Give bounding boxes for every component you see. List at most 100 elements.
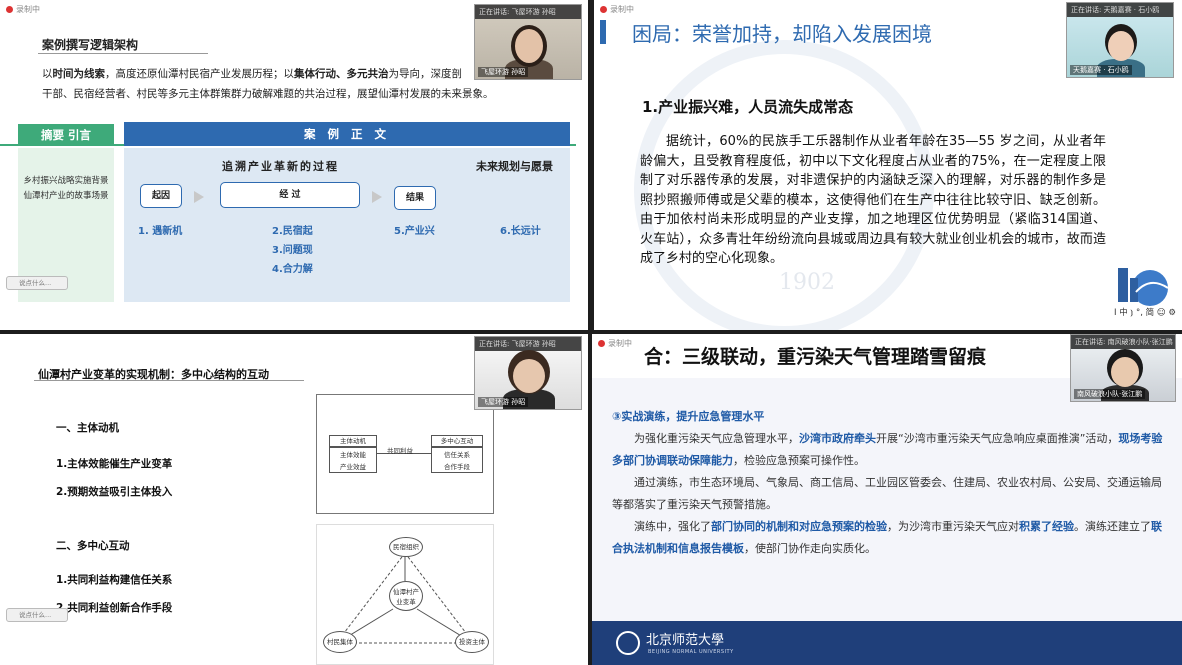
p3-g: ，使部门协作走向实质化。: [744, 542, 876, 555]
section-paragraph: 据统计，60%的民族手工乐器制作从业者年龄在35—55 岁之间，从业者年龄偏大，…: [640, 134, 1106, 266]
item-1: 1.主体效能催生产业变革: [56, 458, 173, 470]
diagram-polycentric: 民宿组织 仙潭村产业变革 村民集体 投资主体: [316, 524, 494, 665]
camera-thumbnail[interactable]: 正在讲话: 飞屋环游 孙昭 飞屋环游 孙昭: [474, 336, 582, 410]
box-origin: 起因: [140, 184, 182, 208]
intro-text: 以时间为线索，高度还原仙潭村民宿产业发展历程；以集体行动、多元共治为导向，深度剖: [42, 64, 472, 84]
item-4: 2.共同利益创新合作手段: [56, 602, 173, 614]
person-face: [513, 359, 545, 393]
intro-mid-1: ，高度还原仙潭村民宿产业发展历程；以: [105, 68, 294, 80]
node-interaction-items: 信任关系 合作手段: [431, 447, 483, 473]
step-5: 5.产业兴: [394, 226, 435, 237]
university-name-en: BEIJING NORMAL UNIVERSITY: [648, 649, 734, 655]
p3-d: 积累了经验: [1019, 520, 1074, 533]
participant-name: 南风破浪小队·张江鹏: [1074, 389, 1146, 399]
p1-c: 开展“沙湾市重污染天气应急响应桌面推演”活动，: [876, 432, 1119, 445]
p3-b: 部门协同的机制和对应急预案的检验: [711, 520, 887, 533]
p3-c: ，为沙湾市重污染天气应对: [887, 520, 1019, 533]
item-3: 1.共同利益构建信任关系: [56, 574, 173, 586]
node-interaction-a: 信任关系: [444, 451, 470, 459]
slide-title: 案例撰写逻辑架构: [42, 38, 139, 52]
video-tile-bottom-left[interactable]: 仙潭村产业变革的实现机制：多中心结构的互动 一、主体动机 1.主体效能催生产业变…: [0, 334, 588, 665]
node-interaction: 多中心互动: [431, 435, 483, 447]
recording-indicator: 录制中: [6, 4, 40, 15]
title-underline: [34, 380, 304, 381]
p1-b: 沙湾市政府牵头: [799, 432, 876, 445]
arrow-label: 共同利益: [387, 447, 413, 455]
slide-title: 合：三级联动，重污染天气管理踏雪留痕: [644, 346, 987, 368]
p1-a: 为强化重污染天气应急管理水平，: [634, 432, 799, 445]
camera-thumbnail[interactable]: 正在讲话: 南风破浪小队·张江鹏 南风破浪小队·张江鹏: [1070, 334, 1176, 402]
camera-thumbnail[interactable]: 正在讲话: 飞屋环游 孙昭 飞屋环游 孙昭: [474, 4, 582, 80]
participant-name: 天鹅嘉赛 · 石小鸥: [1070, 65, 1132, 75]
node-motivation-items: 主体效能 产业效益: [329, 447, 377, 473]
intro-mid-2: 为导向，深度剖: [388, 68, 463, 80]
building-logo-icon: [1118, 268, 1169, 306]
p3-e: 。演练还建立了: [1074, 520, 1151, 533]
person-face: [515, 29, 543, 63]
recording-label: 录制中: [608, 339, 632, 348]
participant-name: 飞屋环游 孙昭: [478, 67, 529, 77]
abstract-header: 摘要 引言: [18, 124, 114, 146]
video-tile-top-right[interactable]: 录制中 1902 困局：荣誉加持，却陷入发展困境 1.产业振兴难，人员流失成常态…: [594, 0, 1182, 330]
record-dot-icon: [6, 6, 13, 13]
node-motivation-b: 产业效益: [340, 463, 366, 471]
speaking-indicator: 正在讲话: 飞屋环游 孙昭: [475, 337, 581, 351]
chat-input[interactable]: 说点什么...: [6, 276, 68, 290]
chat-input[interactable]: 说点什么...: [6, 608, 68, 622]
node-motivation-a: 主体效能: [340, 451, 366, 459]
recording-label: 录制中: [16, 5, 40, 14]
title-accent-bar: [600, 20, 606, 44]
box-result: 结果: [394, 186, 436, 210]
section-process-title: 追溯产业革新的过程: [222, 160, 339, 173]
section-subtitle: ③实战演练，提升应急管理水平: [612, 410, 765, 423]
paragraph-2: 通过演练，市生态环境局、气象局、商工信局、工业园区管委会、住建局、农业农村局、公…: [612, 476, 1162, 511]
node-center: 仙潭村产业变革: [389, 581, 423, 611]
section-2-title: 二、多中心互动: [56, 540, 130, 552]
box-process: 经 过: [220, 182, 360, 208]
chevron-icon: [372, 191, 382, 203]
p1-e: ，检验应急预案可操作性。: [733, 454, 865, 467]
title-underline: [38, 53, 208, 54]
step-1: 1. 遇新机: [138, 226, 183, 237]
person-face: [1108, 31, 1134, 61]
speaking-indicator: 正在讲话: 飞屋环游 孙昭: [475, 5, 581, 19]
record-dot-icon: [600, 6, 607, 13]
chevron-icon: [194, 191, 204, 203]
abstract-text: 乡村振兴战略实施背景 仙潭村产业的故事场景: [18, 174, 114, 204]
person-face: [1111, 357, 1139, 387]
node-villagers: 村民集体: [323, 631, 357, 653]
diagram-motivation-interaction: 主体动机 主体效能产业效益 共同利益 多中心互动 信任关系合作手段: [316, 394, 494, 514]
speaking-indicator: 正在讲话: 南风破浪小队·张江鹏: [1071, 335, 1175, 349]
slide-footer: 北京师范大學 BEIJING NORMAL UNIVERSITY: [592, 621, 1182, 665]
abstract-line-1: 乡村振兴战略实施背景: [23, 176, 109, 186]
node-interaction-b: 合作手段: [444, 463, 470, 471]
participant-name: 飞屋环游 孙昭: [478, 397, 529, 407]
recording-label: 录制中: [610, 5, 634, 14]
watermark-year: 1902: [779, 270, 835, 295]
slide-title: 困局：荣誉加持，却陷入发展困境: [632, 22, 932, 46]
step-6: 6.长远计: [500, 226, 541, 237]
record-dot-icon: [598, 340, 605, 347]
node-motivation: 主体动机: [329, 435, 377, 447]
main-header: 案 例 正 文: [124, 122, 570, 146]
node-investors: 投资主体: [455, 631, 489, 653]
camera-thumbnail[interactable]: 正在讲话: 天鹅嘉赛 · 石小鸥 天鹅嘉赛 · 石小鸥: [1066, 2, 1174, 78]
intro-pre: 以: [42, 68, 53, 80]
video-tile-bottom-right[interactable]: 录制中 合：三级联动，重污染天气管理踏雪留痕 ③实战演练，提升应急管理水平 为强…: [592, 334, 1182, 665]
speaking-indicator: 正在讲话: 天鹅嘉赛 · 石小鸥: [1067, 3, 1173, 17]
university-name: 北京师范大學: [646, 633, 725, 648]
step-3: 3.问题现: [272, 245, 313, 256]
recording-indicator: 录制中: [598, 338, 632, 349]
section-1-title: 一、主体动机: [56, 422, 119, 434]
section-heading: 1.产业振兴难，人员流失成常态: [642, 98, 854, 116]
item-2: 2.预期效益吸引主体投入: [56, 486, 173, 498]
p3-a: 演练中，强化了: [634, 520, 711, 533]
intro-bold-2: 集体行动、多元共治: [294, 68, 389, 80]
node-homestay: 民宿组织: [389, 537, 423, 557]
abstract-line-2: 仙潭村产业的故事场景: [23, 191, 109, 201]
ime-toolbar[interactable]: I 中 ⦆ °, 简 ☺ ⚙: [1112, 306, 1178, 318]
step-4: 4.合力解: [272, 264, 313, 275]
video-tile-top-left[interactable]: 录制中 案例撰写逻辑架构 以时间为线索，高度还原仙潭村民宿产业发展历程；以集体行…: [0, 0, 588, 330]
recording-indicator: 录制中: [600, 4, 634, 15]
step-2: 2.民宿起: [272, 226, 313, 237]
